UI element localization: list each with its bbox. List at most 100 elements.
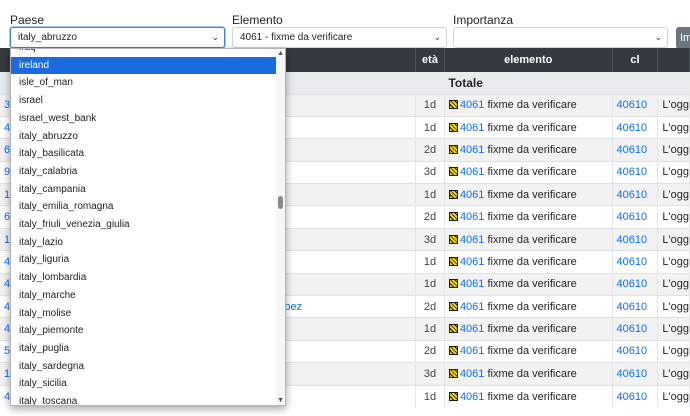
dropdown-option[interactable]: italy_puglia <box>11 340 277 358</box>
row-age: 1d <box>415 317 445 341</box>
cl-link[interactable]: 40610 <box>617 144 648 156</box>
warning-icon <box>448 144 458 154</box>
importanza-select[interactable]: ⌄ <box>453 27 668 48</box>
row-description: L'ogg <box>657 116 690 139</box>
row-age: 3d <box>415 161 445 184</box>
element-id-link[interactable]: 4061 <box>460 391 484 403</box>
dropdown-option[interactable]: italy_friuli_venezia_giulia <box>11 216 277 234</box>
dropdown-option[interactable]: ireland <box>11 56 277 75</box>
warning-icon <box>448 256 458 266</box>
element-id-link[interactable]: 4061 <box>460 122 484 134</box>
element-id-link[interactable]: 4061 <box>460 368 484 380</box>
row-age: 1d <box>415 94 445 117</box>
row-age: 2d <box>415 295 445 318</box>
warning-icon <box>448 189 458 199</box>
cl-link[interactable]: 40610 <box>617 122 648 134</box>
element-id-link[interactable]: 4061 <box>460 189 484 201</box>
row-description: L'ogg <box>657 205 690 229</box>
element-id-link[interactable]: 4061 <box>460 99 484 111</box>
row-description: L'ogg <box>657 250 690 274</box>
warning-icon <box>448 391 458 401</box>
scroll-up-icon[interactable]: ▲ <box>277 50 284 57</box>
paese-dropdown-list[interactable]: iraqirelandisle_of_manisraelisrael_west_… <box>10 48 286 406</box>
warning-icon <box>448 212 458 222</box>
dropdown-scrollbar[interactable]: ▲ ▼ <box>276 49 285 405</box>
element-text: fixme da verificare <box>487 143 577 156</box>
total-label: Totale <box>448 75 483 90</box>
dropdown-option[interactable]: isle_of_man <box>11 74 277 92</box>
paese-select[interactable]: italy_abruzzo ⌄ <box>10 27 225 48</box>
element-id-link[interactable]: 4061 <box>460 234 484 246</box>
paese-label: Paese <box>10 13 45 27</box>
element-text: fixme da verificare <box>487 121 577 134</box>
element-text: fixme da verificare <box>487 166 577 179</box>
cl-link[interactable]: 40610 <box>617 323 648 335</box>
cl-link[interactable]: 40610 <box>617 391 648 403</box>
element-id-link[interactable]: 4061 <box>460 345 484 357</box>
dropdown-option[interactable]: italy_abruzzo <box>11 128 277 146</box>
cl-link[interactable]: 40610 <box>617 278 648 290</box>
cl-link[interactable]: 40610 <box>617 234 648 246</box>
cl-link[interactable]: 40610 <box>617 211 648 223</box>
cl-link[interactable]: 40610 <box>617 345 648 357</box>
cl-link[interactable]: 40610 <box>617 99 648 111</box>
cl-link[interactable]: 40610 <box>617 166 648 178</box>
element-id-link[interactable]: 4061 <box>460 323 484 335</box>
dropdown-option[interactable]: italy_toscana <box>11 393 277 405</box>
cl-link[interactable]: 40610 <box>617 368 648 380</box>
filter-button[interactable]: Im <box>676 27 690 49</box>
dropdown-option[interactable]: italy_emilia_romagna <box>11 198 277 216</box>
element-text: fixme da verificare <box>487 211 577 224</box>
element-id-link[interactable]: 4061 <box>460 166 484 178</box>
row-age: 2d <box>415 205 445 229</box>
dropdown-option[interactable]: italy_basilicata <box>11 145 277 163</box>
scrollbar-thumb[interactable] <box>278 196 283 209</box>
warning-icon <box>448 324 458 334</box>
dropdown-option[interactable]: israel <box>11 92 277 110</box>
row-description: L'ogg <box>657 317 690 341</box>
chevron-down-icon: ⌄ <box>211 32 219 42</box>
dropdown-option[interactable]: italy_lazio <box>11 234 277 252</box>
element-id-link[interactable]: 4061 <box>460 301 484 313</box>
row-description: L'ogg <box>657 183 690 206</box>
dropdown-option[interactable]: iraq <box>11 49 277 57</box>
dropdown-option[interactable]: italy_calabria <box>11 163 277 181</box>
dropdown-option[interactable]: italy_lombardia <box>11 269 277 287</box>
element-text: fixme da verificare <box>487 323 577 336</box>
row-age: 3d <box>415 228 445 251</box>
row-description: L'ogg <box>657 161 690 184</box>
elemento-select[interactable]: 4061 - fixme da verificare ⌄ <box>232 27 447 48</box>
element-text: fixme da verificare <box>487 255 577 268</box>
row-detail-link[interactable]: bez <box>284 301 302 313</box>
dropdown-option[interactable]: italy_molise <box>11 305 277 323</box>
paese-select-value: italy_abruzzo <box>18 32 77 43</box>
dropdown-option[interactable]: italy_campania <box>11 181 277 199</box>
element-id-link[interactable]: 4061 <box>460 144 484 156</box>
element-id-link[interactable]: 4061 <box>460 278 484 290</box>
dropdown-option[interactable]: israel_west_bank <box>11 110 277 128</box>
row-description: L'ogg <box>657 295 690 318</box>
warning-icon <box>448 234 458 244</box>
dropdown-option[interactable]: italy_liguria <box>11 251 277 269</box>
chevron-down-icon: ⌄ <box>654 32 662 42</box>
cl-link[interactable]: 40610 <box>617 301 648 313</box>
scroll-down-icon[interactable]: ▼ <box>277 397 284 404</box>
row-description: L'ogg <box>657 228 690 251</box>
element-id-link[interactable]: 4061 <box>460 211 484 223</box>
warning-icon <box>448 368 458 378</box>
row-description: L'ogg <box>657 138 690 162</box>
dropdown-option[interactable]: italy_sardegna <box>11 358 277 376</box>
dropdown-option[interactable]: italy_piemonte <box>11 322 277 340</box>
dropdown-option[interactable]: italy_sicilia <box>11 375 277 393</box>
cl-link[interactable]: 40610 <box>617 189 648 201</box>
cl-link[interactable]: 40610 <box>617 256 648 268</box>
dropdown-option[interactable]: italy_marche <box>11 287 277 305</box>
row-description: L'ogg <box>657 362 690 386</box>
element-id-link[interactable]: 4061 <box>460 256 484 268</box>
col-header-element: elemento <box>444 48 613 72</box>
row-age: 1d <box>415 250 445 274</box>
element-text: fixme da verificare <box>487 390 577 403</box>
col-header-last <box>657 48 690 72</box>
row-age: 2d <box>415 340 445 363</box>
element-text: fixme da verificare <box>487 233 577 246</box>
